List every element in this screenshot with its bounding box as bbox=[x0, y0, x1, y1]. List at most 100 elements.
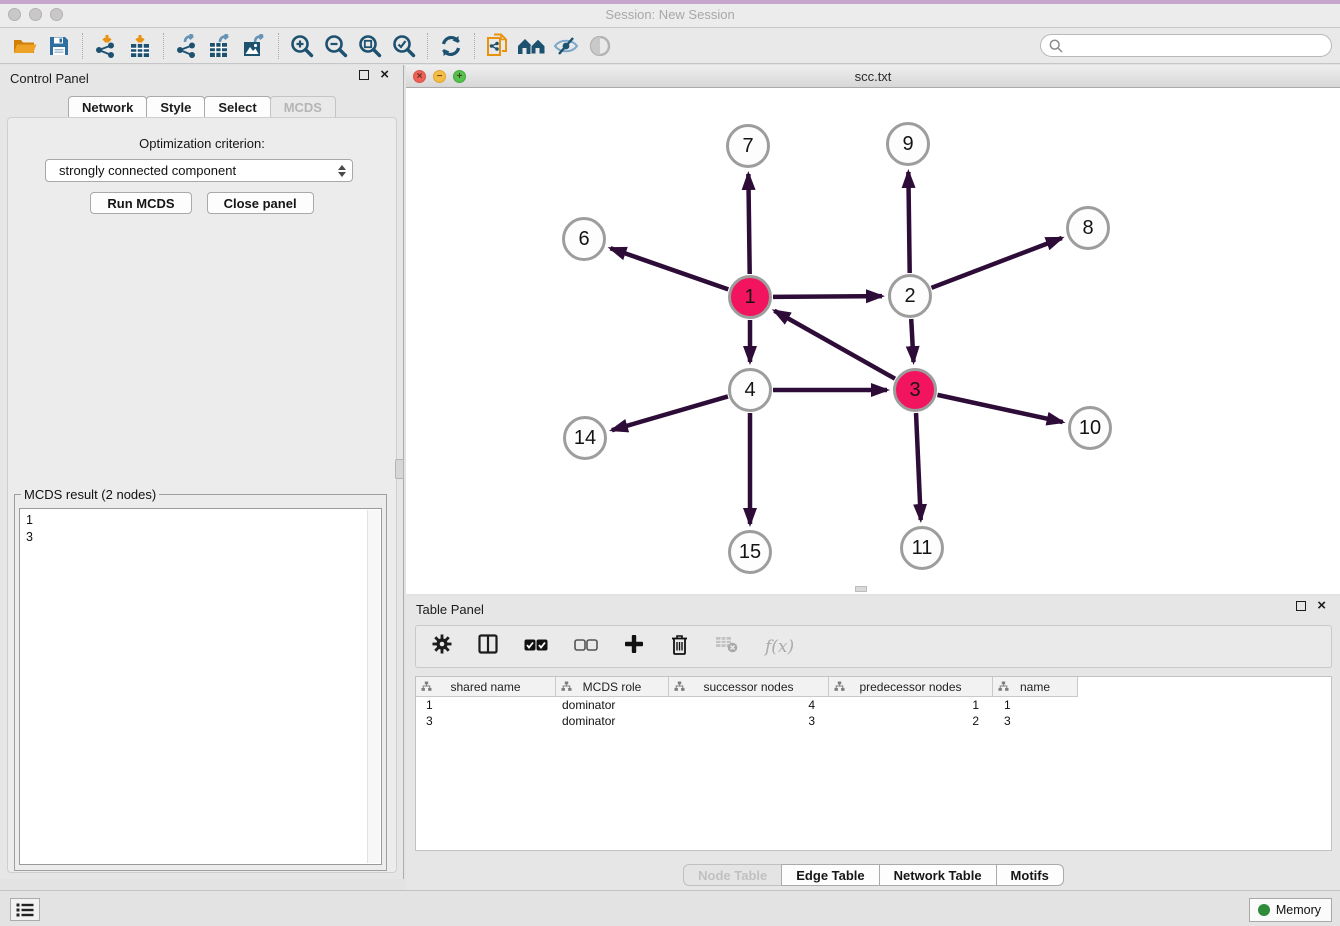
network-window-title: scc.txt bbox=[406, 69, 1340, 84]
control-tabs: NetworkStyleSelectMCDS bbox=[0, 96, 403, 118]
edge-1-2[interactable] bbox=[773, 296, 882, 297]
graph-node-6[interactable]: 6 bbox=[562, 217, 606, 261]
memory-button[interactable]: Memory bbox=[1249, 898, 1332, 922]
node-table: shared nameMCDS rolesuccessor nodesprede… bbox=[415, 676, 1332, 851]
save-session-button[interactable] bbox=[42, 31, 76, 61]
graph-node-4[interactable]: 4 bbox=[728, 368, 772, 412]
graph-node-7[interactable]: 7 bbox=[726, 124, 770, 168]
tab-motifs[interactable]: Motifs bbox=[996, 864, 1064, 886]
edge-3-11[interactable] bbox=[916, 413, 921, 520]
clone-network-icon bbox=[486, 33, 510, 59]
float-table-panel-icon[interactable] bbox=[1296, 601, 1306, 611]
import-table-button[interactable] bbox=[123, 31, 157, 61]
gear-icon bbox=[432, 634, 452, 654]
unselect-all-button[interactable] bbox=[574, 638, 598, 656]
export-table-button[interactable] bbox=[204, 31, 238, 61]
edge-3-10[interactable] bbox=[937, 395, 1062, 422]
column-header-shared-name[interactable]: shared name bbox=[416, 677, 556, 697]
mcds-result-title: MCDS result (2 nodes) bbox=[21, 487, 159, 502]
run-mcds-button[interactable]: Run MCDS bbox=[90, 192, 191, 214]
memory-status-dot bbox=[1258, 904, 1270, 916]
graph-node-1[interactable]: 1 bbox=[728, 275, 772, 319]
edge-2-3[interactable] bbox=[911, 319, 913, 362]
edge-2-8[interactable] bbox=[931, 238, 1061, 288]
first-neighbors-icon bbox=[517, 37, 547, 55]
graph-node-10[interactable]: 10 bbox=[1068, 406, 1112, 450]
network-canvas[interactable]: 7 9 6 8 1 2 4 3 14 10 15 11 bbox=[406, 88, 1340, 594]
hide-eye-icon bbox=[553, 36, 579, 56]
zoom-in-icon bbox=[290, 34, 314, 58]
edge-1-7[interactable] bbox=[748, 174, 749, 274]
column-header-name[interactable]: name bbox=[993, 677, 1078, 697]
column-header-predecessor-nodes[interactable]: predecessor nodes bbox=[829, 677, 993, 697]
network-window-titlebar[interactable]: × − + scc.txt bbox=[406, 65, 1340, 88]
tab-select[interactable]: Select bbox=[204, 96, 270, 118]
columns-icon bbox=[478, 634, 498, 654]
show-all-button[interactable] bbox=[583, 31, 617, 61]
graph-node-15[interactable]: 15 bbox=[728, 530, 772, 574]
export-network-button[interactable] bbox=[170, 31, 204, 61]
graph-edges bbox=[406, 88, 1340, 594]
table-row[interactable]: 1dominator411 bbox=[416, 697, 1331, 713]
refresh-button[interactable] bbox=[434, 31, 468, 61]
table-settings-button[interactable] bbox=[432, 634, 452, 659]
table-row[interactable]: 3dominator323 bbox=[416, 713, 1331, 729]
export-image-button[interactable] bbox=[238, 31, 272, 61]
select-all-button[interactable] bbox=[524, 638, 548, 656]
edge-2-9[interactable] bbox=[908, 172, 909, 273]
zoom-fit-button[interactable] bbox=[353, 31, 387, 61]
table-cell: 3 bbox=[669, 713, 829, 729]
search-icon bbox=[1049, 39, 1063, 53]
edge-1-6[interactable] bbox=[610, 248, 728, 289]
delete-table-button[interactable] bbox=[715, 635, 739, 658]
vertical-splitter-handle[interactable] bbox=[395, 459, 404, 479]
tab-node-table[interactable]: Node Table bbox=[683, 864, 782, 886]
add-column-button[interactable] bbox=[624, 634, 644, 659]
close-panel-icon[interactable]: × bbox=[380, 69, 389, 81]
tab-style[interactable]: Style bbox=[146, 96, 205, 118]
graph-node-11[interactable]: 11 bbox=[900, 526, 944, 570]
result-scrollbar[interactable] bbox=[367, 510, 380, 863]
close-panel-button[interactable]: Close panel bbox=[207, 192, 314, 214]
close-table-panel-icon[interactable]: × bbox=[1317, 600, 1326, 612]
function-builder-button[interactable]: f(x) bbox=[765, 637, 794, 657]
graph-node-3[interactable]: 3 bbox=[893, 368, 937, 412]
tab-edge-table[interactable]: Edge Table bbox=[781, 864, 879, 886]
graph-node-14[interactable]: 14 bbox=[563, 416, 607, 460]
zoom-selected-icon bbox=[392, 34, 416, 58]
float-panel-icon[interactable] bbox=[359, 70, 369, 80]
tab-network[interactable]: Network bbox=[68, 96, 147, 118]
import-network-icon bbox=[94, 34, 118, 58]
tab-mcds[interactable]: MCDS bbox=[270, 96, 336, 118]
tab-network-table[interactable]: Network Table bbox=[879, 864, 997, 886]
open-file-button[interactable] bbox=[8, 31, 42, 61]
edge-4-14[interactable] bbox=[612, 396, 728, 430]
column-header-successor-nodes[interactable]: successor nodes bbox=[669, 677, 829, 697]
delete-column-button[interactable] bbox=[670, 634, 689, 660]
import-table-icon bbox=[128, 34, 152, 58]
zoom-out-button[interactable] bbox=[319, 31, 353, 61]
graph-node-8[interactable]: 8 bbox=[1066, 206, 1110, 250]
graph-node-2[interactable]: 2 bbox=[888, 274, 932, 318]
task-history-button[interactable] bbox=[10, 898, 40, 921]
graph-node-9[interactable]: 9 bbox=[886, 122, 930, 166]
show-eye-icon bbox=[588, 36, 612, 56]
trash-icon bbox=[670, 634, 689, 655]
column-header-MCDS-role[interactable]: MCDS role bbox=[556, 677, 669, 697]
horizontal-splitter-handle[interactable] bbox=[855, 586, 867, 592]
control-panel-title: Control Panel bbox=[10, 71, 89, 86]
zoom-in-button[interactable] bbox=[285, 31, 319, 61]
show-columns-button[interactable] bbox=[478, 634, 498, 659]
search-box[interactable] bbox=[1040, 34, 1332, 57]
mcds-result-area[interactable]: 1 3 bbox=[19, 508, 382, 865]
criterion-select[interactable]: strongly connected component bbox=[45, 159, 353, 182]
first-neighbors-button[interactable] bbox=[515, 31, 549, 61]
toolbar-separator bbox=[163, 33, 164, 59]
zoom-selected-button[interactable] bbox=[387, 31, 421, 61]
import-network-button[interactable] bbox=[89, 31, 123, 61]
edge-3-1[interactable] bbox=[774, 311, 895, 379]
save-icon bbox=[49, 36, 69, 56]
search-input[interactable] bbox=[1068, 39, 1323, 53]
hide-selected-button[interactable] bbox=[549, 31, 583, 61]
clone-network-button[interactable] bbox=[481, 31, 515, 61]
